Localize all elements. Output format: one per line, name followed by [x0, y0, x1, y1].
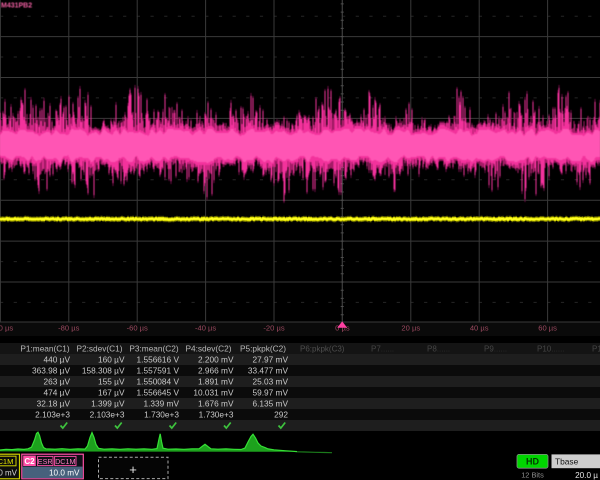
- svg-text:0 mV: 0 mV: [0, 469, 18, 478]
- svg-text:33.477 mV: 33.477 mV: [248, 365, 289, 375]
- svg-text:12 Bits: 12 Bits: [521, 471, 544, 480]
- svg-text:1.730e+3: 1.730e+3: [199, 409, 234, 419]
- svg-text:P2:sdev(C1): P2:sdev(C1): [76, 343, 122, 353]
- svg-text:P6:pkpk(C3): P6:pkpk(C3): [300, 344, 345, 353]
- svg-text:-60 µs: -60 µs: [127, 324, 148, 333]
- svg-text:440 µV: 440 µV: [44, 354, 71, 364]
- svg-text:-20 µs: -20 µs: [263, 324, 284, 333]
- svg-text:1.557591 V: 1.557591 V: [137, 365, 180, 375]
- svg-text:10.0 mV: 10.0 mV: [49, 469, 80, 478]
- svg-text:2.200 mV: 2.200 mV: [198, 354, 234, 364]
- svg-text:ESR: ESR: [38, 457, 53, 466]
- svg-text:1.556616 V: 1.556616 V: [137, 354, 180, 364]
- svg-text:-100 µs: -100 µs: [0, 324, 13, 333]
- svg-text:474 µV: 474 µV: [44, 387, 71, 397]
- svg-text:40 µs: 40 µs: [470, 324, 489, 333]
- svg-text:M431PB2: M431PB2: [1, 3, 32, 10]
- svg-text:+: +: [129, 462, 137, 477]
- svg-text:60 µs: 60 µs: [538, 324, 557, 333]
- svg-text:155 µV: 155 µV: [98, 376, 125, 386]
- svg-text:2.103e+3: 2.103e+3: [90, 409, 125, 419]
- svg-text:1.730e+3: 1.730e+3: [144, 409, 179, 419]
- svg-text:1.891 mV: 1.891 mV: [198, 376, 234, 386]
- svg-text:1.399 µV: 1.399 µV: [91, 398, 125, 408]
- svg-text:Tbase: Tbase: [555, 456, 579, 466]
- svg-text:DC1M: DC1M: [0, 457, 14, 466]
- svg-text:160 µV: 160 µV: [98, 354, 125, 364]
- svg-text:DC1M: DC1M: [55, 457, 75, 466]
- svg-text:2.103e+3: 2.103e+3: [35, 409, 70, 419]
- svg-text:P10......: P10......: [537, 344, 565, 353]
- svg-text:20 µs: 20 µs: [401, 324, 420, 333]
- svg-text:1.676 mV: 1.676 mV: [198, 398, 234, 408]
- svg-text:292: 292: [274, 409, 288, 419]
- svg-text:27.97 mV: 27.97 mV: [252, 354, 288, 364]
- svg-text:P5:pkpk(C2): P5:pkpk(C2): [240, 343, 286, 353]
- svg-text:167 µV: 167 µV: [98, 387, 125, 397]
- svg-text:P3:mean(C2): P3:mean(C2): [129, 343, 179, 353]
- svg-text:6.135 mV: 6.135 mV: [252, 398, 288, 408]
- svg-text:10.031 mV: 10.031 mV: [193, 387, 234, 397]
- svg-text:P8......: P8......: [427, 344, 450, 353]
- svg-text:2.966 mV: 2.966 mV: [198, 365, 234, 375]
- svg-text:P7......: P7......: [371, 344, 394, 353]
- svg-text:HD: HD: [526, 457, 539, 467]
- svg-text:1.339 mV: 1.339 mV: [143, 398, 179, 408]
- svg-text:363.98 µV: 363.98 µV: [32, 365, 70, 375]
- svg-text:59.97 mV: 59.97 mV: [252, 387, 288, 397]
- svg-text:20.0 µ: 20.0 µ: [575, 471, 598, 480]
- svg-text:32.18 µV: 32.18 µV: [37, 398, 71, 408]
- svg-text:P11......: P11......: [592, 344, 600, 353]
- svg-text:-40 µs: -40 µs: [195, 324, 216, 333]
- svg-text:P1:mean(C1): P1:mean(C1): [20, 343, 70, 353]
- svg-text:1.556645 V: 1.556645 V: [137, 387, 180, 397]
- svg-text:P9......: P9......: [484, 344, 507, 353]
- svg-text:263 µV: 263 µV: [44, 376, 71, 386]
- svg-text:25.03 mV: 25.03 mV: [252, 376, 288, 386]
- svg-text:P4:sdev(C2): P4:sdev(C2): [185, 343, 231, 353]
- svg-text:1.550084 V: 1.550084 V: [137, 376, 180, 386]
- svg-text:C2: C2: [24, 457, 35, 466]
- svg-text:158.308 µV: 158.308 µV: [82, 365, 125, 375]
- svg-text:-80 µs: -80 µs: [58, 324, 79, 333]
